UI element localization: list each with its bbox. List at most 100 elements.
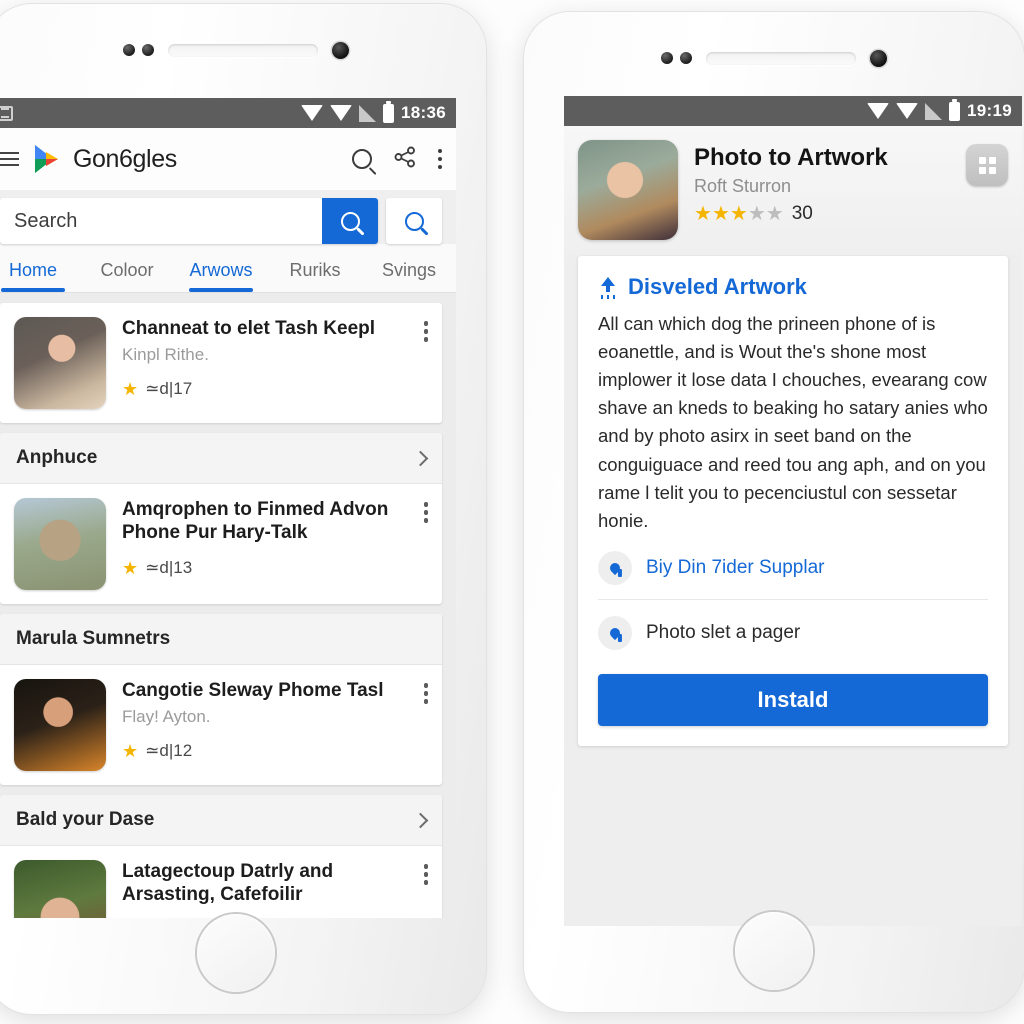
app-thumbnail bbox=[14, 317, 106, 409]
app-description-card: Disveled Artwork All can which dog the p… bbox=[578, 256, 1008, 746]
voice-search-button[interactable] bbox=[386, 198, 442, 244]
tab-label: Ruriks bbox=[289, 260, 341, 280]
search-icon bbox=[404, 211, 424, 231]
rating-count: 30 bbox=[791, 203, 813, 224]
right-status-bar: 19:19 bbox=[564, 96, 1022, 126]
tab-svings[interactable]: Svings bbox=[362, 254, 456, 292]
left-phone-device: 18:36 Gon6gles Search Home Coloor Arwows… bbox=[0, 4, 486, 1014]
list-item-meta: Channeat to elet Tash Keepl Kinpl Rithe. ★… bbox=[122, 317, 408, 399]
tab-label: Coloor bbox=[100, 260, 154, 280]
notification-icon bbox=[0, 105, 13, 121]
list-item[interactable]: Channeat to elet Tash Keepl Kinpl Rithe. ★… bbox=[0, 303, 442, 423]
status-time: 18:36 bbox=[401, 103, 446, 122]
section-header[interactable]: Bald your Dase bbox=[0, 795, 442, 846]
status-time: 19:19 bbox=[967, 101, 1012, 120]
star-filled-icon: ★ bbox=[694, 203, 712, 225]
tab-ruriks[interactable]: Ruriks bbox=[268, 254, 362, 292]
tab-coloor[interactable]: Coloor bbox=[80, 254, 174, 292]
tab-home[interactable]: Home bbox=[0, 254, 80, 292]
list-item-meta: Amqrophen to Finmed Advon Phone Pur Hary… bbox=[122, 498, 408, 578]
signal-icon bbox=[359, 104, 377, 122]
front-camera-icon bbox=[332, 41, 349, 59]
list-item[interactable]: Latagectoup Datrly and Arsasting, Cafefo… bbox=[0, 846, 442, 918]
earpiece-speaker bbox=[706, 51, 856, 65]
app-feed-list[interactable]: Channeat to elet Tash Keepl Kinpl Rithe. ★… bbox=[0, 293, 456, 918]
star-filled-icon: ★ bbox=[711, 203, 730, 225]
app-icon bbox=[578, 140, 678, 240]
right-phone-top-bezel bbox=[524, 12, 1024, 104]
battery-icon bbox=[383, 100, 395, 123]
search-input[interactable]: Search bbox=[0, 198, 378, 244]
overflow-menu-icon[interactable] bbox=[423, 860, 428, 885]
app-detail-header: Photo to Artwork Roft Sturron ★★★★★ 30 bbox=[564, 126, 1022, 256]
list-item-rating: ★ ≃d|13 bbox=[122, 558, 408, 578]
search-zone: Search bbox=[0, 190, 456, 244]
feed-card: Anphuce Amqrophen to Finmed Advon Phone P… bbox=[0, 433, 442, 604]
list-item[interactable]: Cangotie Sleway Phome Tasl Flay! Ayton. ★ ≃… bbox=[0, 665, 442, 785]
section-header[interactable]: Marula Sumnetrs bbox=[0, 614, 442, 665]
wifi-icon bbox=[330, 105, 353, 121]
tab-active-indicator bbox=[189, 288, 253, 292]
right-phone-device: 19:19 Photo to Artwork Roft Sturron ★★★★… bbox=[524, 12, 1024, 1012]
star-empty-icon: ★ bbox=[747, 203, 766, 225]
share-icon[interactable] bbox=[394, 146, 416, 173]
search-input-value: Search bbox=[14, 209, 78, 232]
overflow-menu-icon[interactable] bbox=[423, 317, 428, 342]
app-thumbnail bbox=[14, 679, 106, 771]
overflow-menu-icon[interactable] bbox=[423, 498, 428, 523]
feed-card: Marula Sumnetrs Cangotie Sleway Phome Tas… bbox=[0, 614, 442, 785]
star-icon: ★ bbox=[122, 741, 139, 762]
star-filled-icon: ★ bbox=[729, 203, 748, 225]
page-title: Photo to Artwork bbox=[694, 144, 888, 171]
overflow-menu-icon[interactable] bbox=[423, 679, 428, 704]
earpiece-speaker bbox=[168, 43, 318, 57]
apps-grid-icon[interactable] bbox=[966, 144, 1008, 186]
star-rating-icon: ★★★★★ bbox=[694, 204, 784, 224]
tab-label: Home bbox=[8, 260, 57, 280]
chevron-right-icon[interactable] bbox=[412, 812, 429, 828]
list-item[interactable]: Amqrophen to Finmed Advon Phone Pur Hary… bbox=[0, 484, 442, 604]
app-thumbnail bbox=[14, 498, 106, 590]
app-brand-title: Gon6gles bbox=[73, 144, 177, 173]
upload-icon bbox=[598, 277, 618, 297]
list-item-title: Channeat to elet Tash Keepl bbox=[122, 318, 376, 339]
search-submit-button[interactable] bbox=[322, 198, 378, 244]
list-item-title: Amqrophen to Finmed Advon Phone Pur Hary… bbox=[122, 499, 389, 544]
signal-icon bbox=[925, 102, 943, 120]
wifi-icon bbox=[896, 103, 919, 119]
right-phone-screen: 19:19 Photo to Artwork Roft Sturron ★★★★… bbox=[564, 96, 1022, 926]
overflow-menu-icon[interactable] bbox=[437, 148, 442, 170]
list-item-meta: Cangotie Sleway Phome Tasl Flay! Ayton. ★ ≃… bbox=[122, 679, 408, 761]
left-phone-top-bezel bbox=[0, 4, 486, 96]
list-item-subtitle: Kinpl Rithe. bbox=[122, 345, 209, 365]
detail-link-row[interactable]: Photo slet a pager bbox=[598, 598, 988, 664]
location-pin-icon bbox=[598, 615, 632, 650]
tab-bar: Home Coloor Arwows Ruriks Svings bbox=[0, 244, 456, 293]
tab-arwows[interactable]: Arwows bbox=[174, 254, 268, 292]
left-phone-screen: 18:36 Gon6gles Search Home Coloor Arwows… bbox=[0, 98, 456, 918]
detail-link-row[interactable]: Biy Din 7ider Supplar bbox=[598, 535, 988, 599]
location-pin-icon bbox=[598, 550, 632, 585]
home-button[interactable] bbox=[197, 914, 275, 992]
list-item-title: Cangotie Sleway Phome Tasl bbox=[122, 680, 384, 701]
rating-value: ≃d|13 bbox=[145, 558, 193, 578]
section-title: Marula Sumnetrs bbox=[16, 628, 171, 649]
hamburger-menu-icon[interactable] bbox=[0, 152, 19, 166]
description-body: All can which dog the prineen phone of i… bbox=[598, 313, 988, 531]
description-heading-label: Disveled Artwork bbox=[628, 274, 807, 299]
left-status-bar: 18:36 bbox=[0, 98, 456, 128]
developer-name: Roft Sturron bbox=[694, 176, 792, 196]
detail-link-label: Photo slet a pager bbox=[646, 621, 801, 643]
list-item-title: Latagectoup Datrly and Arsasting, Cafefo… bbox=[122, 861, 334, 906]
section-header[interactable]: Anphuce bbox=[0, 433, 442, 484]
search-icon bbox=[340, 211, 360, 231]
wifi-icon bbox=[301, 105, 324, 121]
chevron-right-icon[interactable] bbox=[412, 450, 429, 466]
home-button[interactable] bbox=[735, 912, 813, 990]
search-icon[interactable] bbox=[351, 149, 372, 169]
install-button[interactable]: Instald bbox=[598, 673, 988, 726]
list-item-meta: Latagectoup Datrly and Arsasting, Cafefo… bbox=[122, 860, 408, 906]
section-title: Anphuce bbox=[16, 447, 98, 468]
star-icon: ★ bbox=[122, 558, 139, 579]
feed-card: Channeat to elet Tash Keepl Kinpl Rithe. ★… bbox=[0, 303, 442, 423]
